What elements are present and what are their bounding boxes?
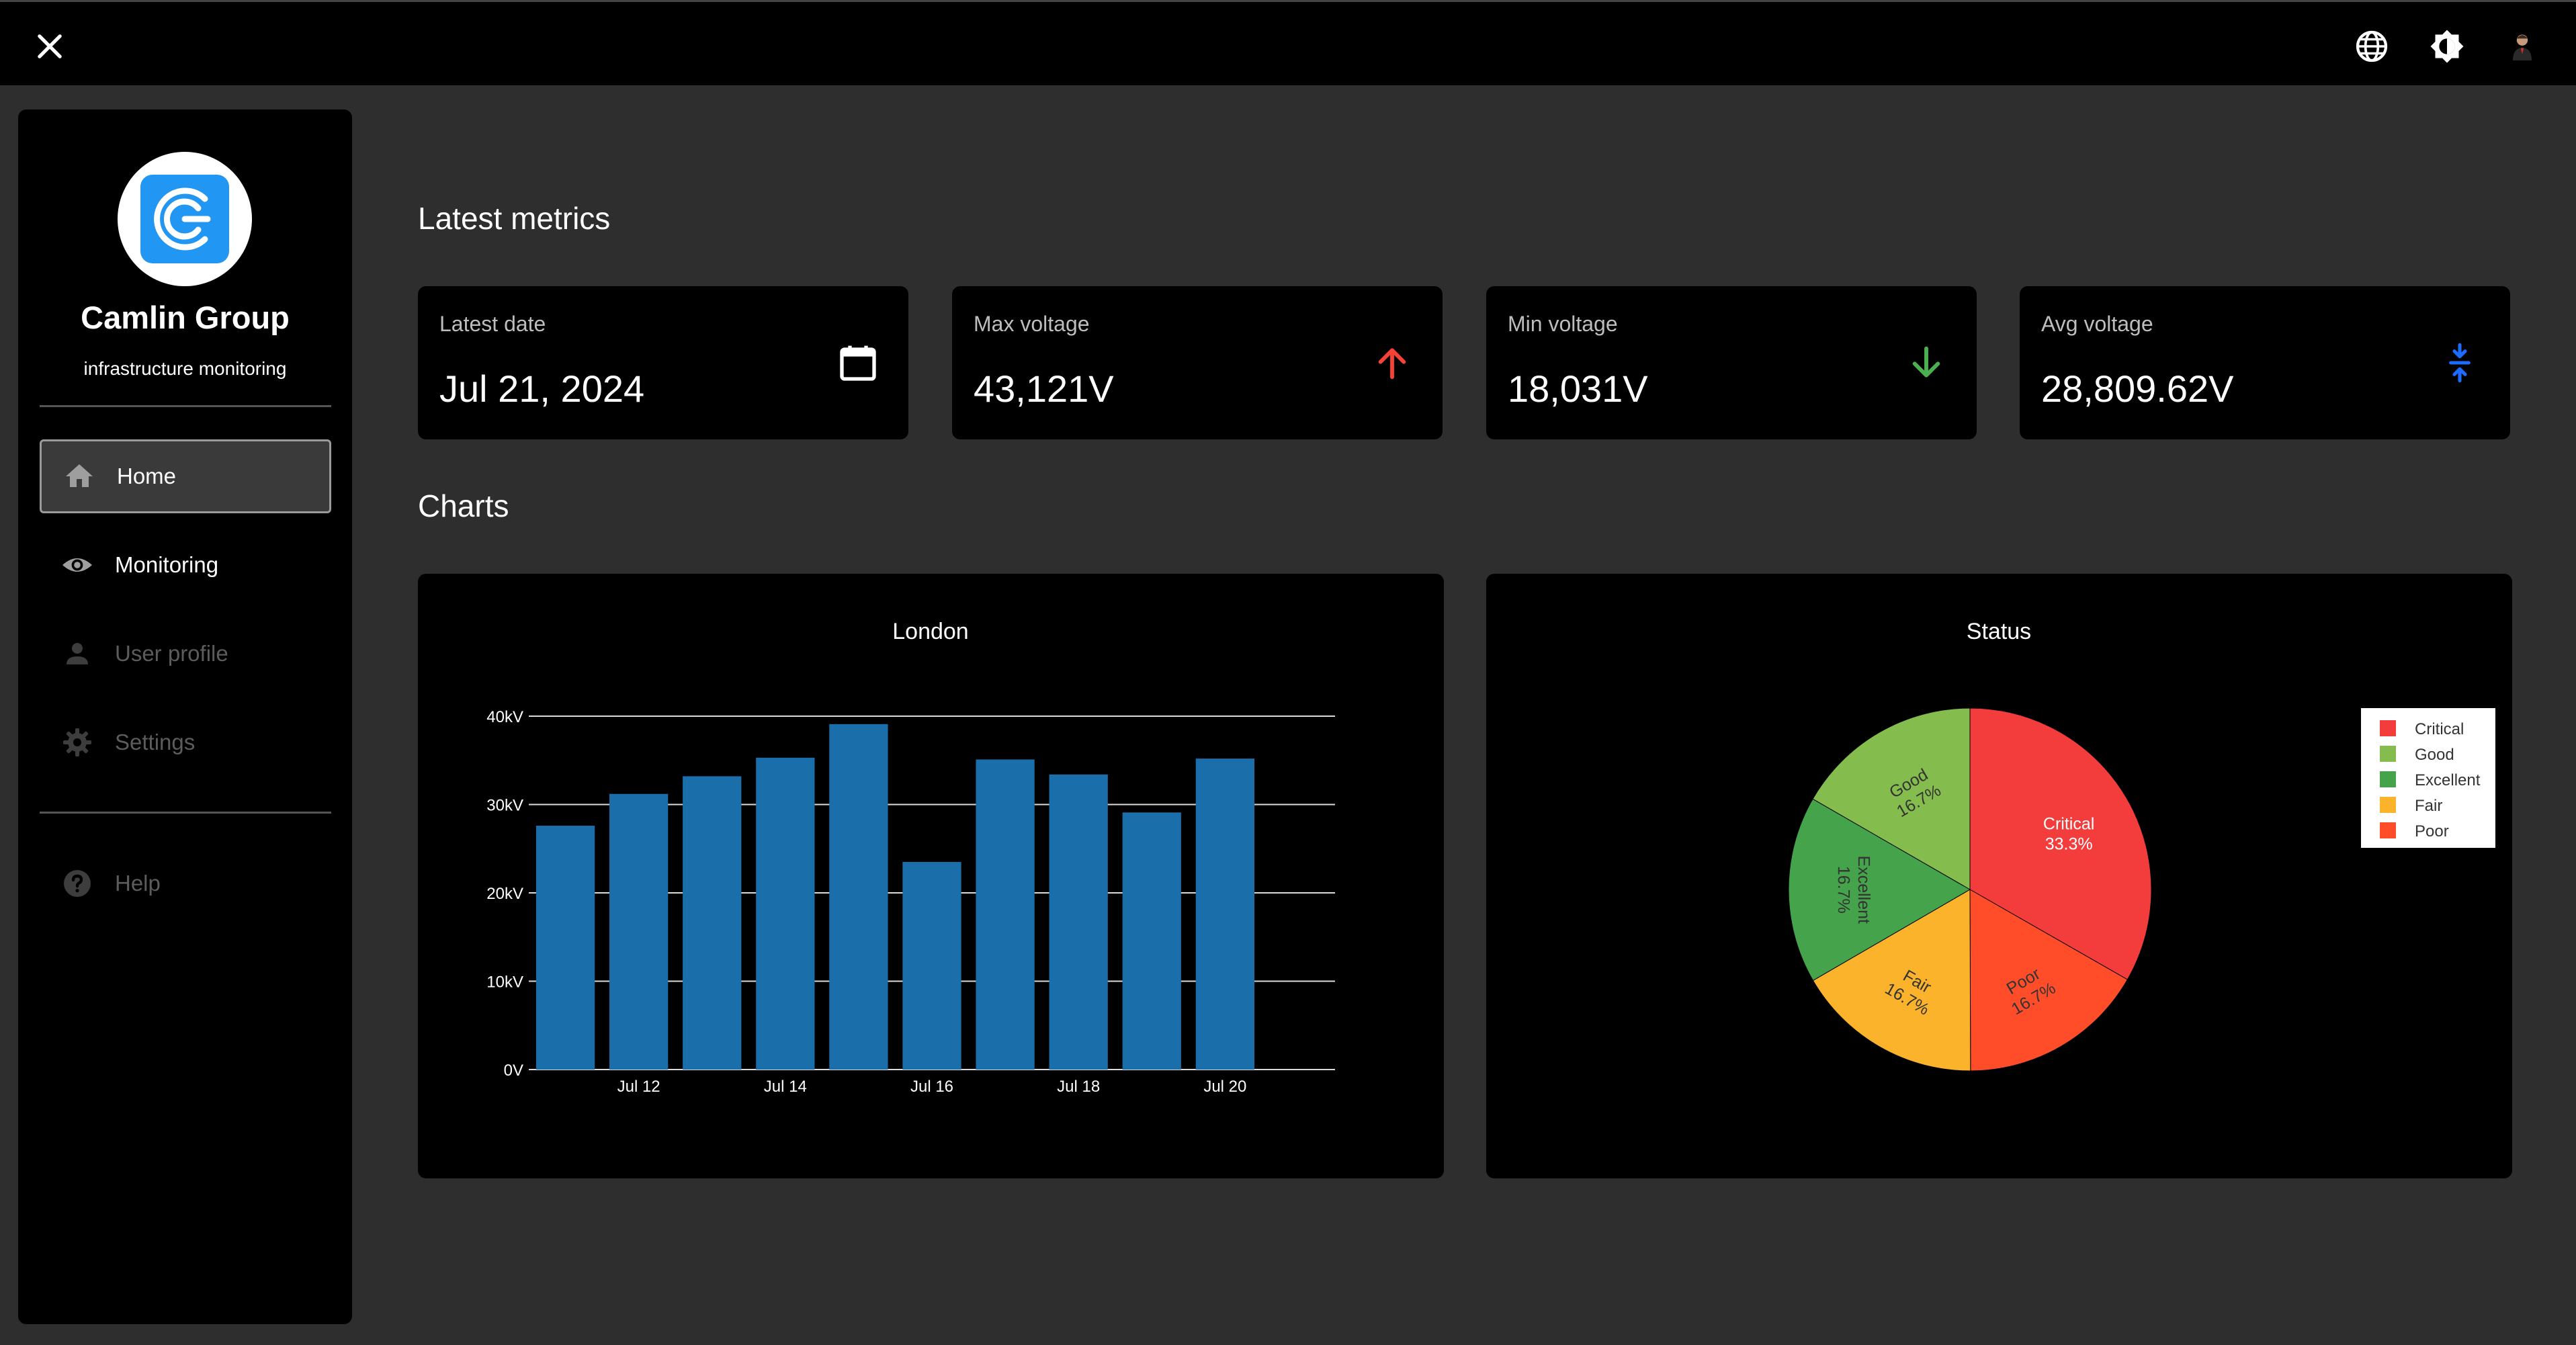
bar [1122, 812, 1181, 1070]
bar [609, 793, 669, 1070]
metric-card-latest-date: Latest date Jul 21, 2024 [418, 286, 908, 439]
pie-percent: 16.7% [1834, 866, 1853, 914]
x-tick-label: Jul 16 [910, 1078, 953, 1096]
brightness-icon[interactable] [2428, 28, 2466, 65]
y-tick-label: 40kV [486, 708, 523, 726]
metrics-section-title: Latest metrics [418, 201, 611, 236]
compress-icon [2438, 341, 2481, 384]
brand-name: Camlin Group [81, 300, 290, 335]
legend-swatch [2380, 822, 2396, 838]
sidebar-item-home[interactable]: Home [40, 439, 331, 513]
y-tick-label: 30kV [486, 797, 523, 815]
top-bar [0, 0, 2576, 85]
bar [1195, 758, 1254, 1070]
arrow-up-icon [1371, 341, 1414, 384]
bar-chart-panel: London 0V 10kV 20kV 30kV 40kV Jul 12 Jul 14 Jul … [418, 574, 1444, 1178]
sidebar-item-label: Home [117, 464, 177, 488]
legend-label: Critical [2415, 720, 2464, 738]
y-tick-label: 0V [504, 1061, 523, 1080]
metric-label: Max voltage [974, 312, 1090, 336]
sidebar-divider [40, 812, 331, 814]
x-tick-label: Jul 12 [617, 1078, 660, 1096]
bar [756, 757, 815, 1070]
legend-label: Poor [2415, 822, 2449, 840]
pie-chart: StatusCritical33.3%Poor16.7%Fair16.7%Exc… [1788, 619, 2495, 1072]
bar-chart: London 0V 10kV 20kV 30kV 40kV Jul 12 Jul 14 Jul … [486, 619, 1335, 1096]
chart-title: London [892, 619, 968, 644]
pie-label: Excellent [1854, 855, 1873, 924]
x-tick-label: Jul 20 [1203, 1078, 1246, 1096]
gear-icon [61, 726, 93, 758]
y-tick-label: 10kV [486, 973, 523, 992]
brand-logo [118, 152, 252, 286]
metric-label: Min voltage [1508, 312, 1618, 336]
bar [1049, 774, 1108, 1070]
bar [683, 776, 742, 1070]
sidebar-item-settings[interactable]: Settings [40, 705, 331, 779]
help-icon [61, 867, 93, 900]
bar [535, 826, 595, 1070]
sidebar-item-label: Monitoring [115, 552, 219, 577]
legend-swatch [2380, 771, 2396, 787]
y-tick-label: 20kV [486, 885, 523, 903]
pie-chart-panel: Status Critical 33.3% Poor 16.7% Fair 16.7% Exc… [1486, 574, 2512, 1178]
sidebar-item-user-profile[interactable]: User profile [40, 617, 331, 691]
globe-icon[interactable] [2353, 28, 2391, 65]
home-icon [63, 460, 95, 492]
sidebar-item-label: Help [115, 871, 161, 896]
metric-value: Jul 21, 2024 [439, 367, 645, 410]
pie-label: Critical [2043, 815, 2094, 834]
metric-label: Latest date [439, 312, 546, 336]
legend-swatch [2380, 720, 2396, 736]
user-avatar[interactable] [2503, 28, 2541, 65]
arrow-down-icon [1905, 341, 1948, 384]
brand-subtitle: infrastructure monitoring [83, 358, 287, 379]
metric-label: Avg voltage [2041, 312, 2153, 336]
legend-label: Excellent [2415, 771, 2481, 789]
sidebar-item-label: User profile [115, 641, 228, 666]
metric-card-max-voltage: Max voltage 43,121V [952, 286, 1443, 439]
bar [902, 861, 961, 1070]
metric-value: 28,809.62V [2041, 367, 2234, 410]
pie-percent: 33.3% [2045, 835, 2093, 854]
sidebar-item-monitoring[interactable]: Monitoring [40, 528, 331, 602]
chart-title: Status [1967, 619, 2031, 644]
metric-value: 18,031V [1508, 367, 1648, 410]
x-tick-label: Jul 14 [764, 1078, 807, 1096]
x-tick-label: Jul 18 [1057, 1078, 1100, 1096]
charts-section-title: Charts [418, 488, 509, 523]
calendar-icon [836, 341, 879, 384]
eye-icon [61, 549, 93, 581]
sidebar-item-label: Settings [115, 730, 196, 754]
sidebar: Camlin Group infrastructure monitoring H… [18, 110, 352, 1324]
bar [976, 759, 1035, 1070]
metric-card-min-voltage: Min voltage 18,031V [1486, 286, 1977, 439]
sidebar-item-help[interactable]: Help [40, 847, 331, 920]
bar [829, 724, 888, 1070]
legend-label: Good [2415, 746, 2454, 764]
metric-value: 43,121V [974, 367, 1114, 410]
sidebar-divider [40, 405, 331, 407]
person-icon [61, 638, 93, 670]
metric-card-avg-voltage: Avg voltage 28,809.62V [2020, 286, 2510, 439]
legend-swatch [2380, 746, 2396, 762]
legend-swatch [2380, 797, 2396, 813]
close-icon[interactable] [32, 29, 67, 64]
legend-label: Fair [2415, 797, 2442, 815]
